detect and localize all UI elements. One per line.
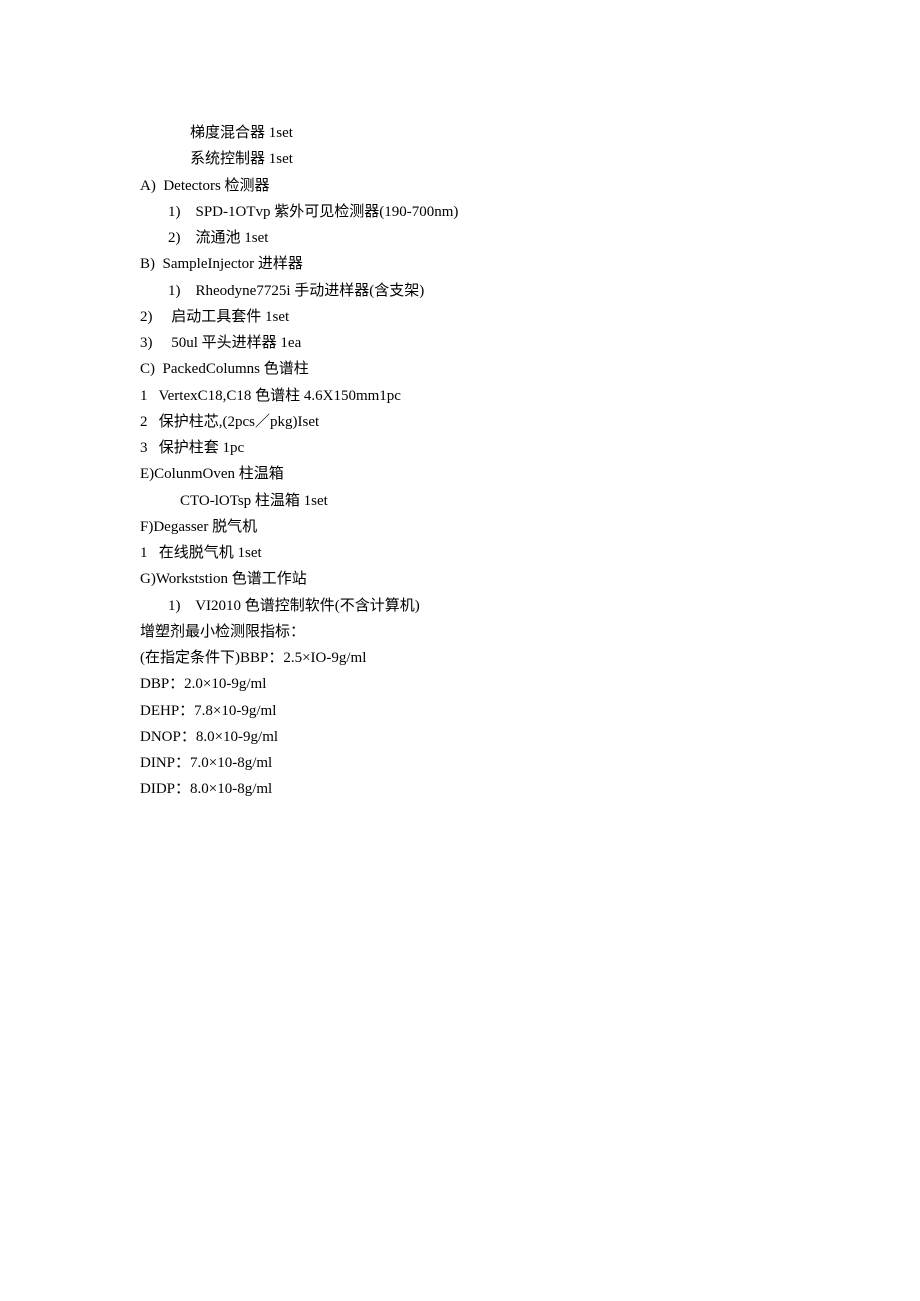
text-line: 2 保护柱芯,(2pcs／pkg)Iset [140, 409, 780, 435]
text-line: 2) 流通池 1set [140, 225, 780, 251]
text-line: 梯度混合器 1set [140, 120, 780, 146]
text-line: 1) Rheodyne7725i 手动进样器(含支架) [140, 278, 780, 304]
document-body: 梯度混合器 1set 系统控制器 1set A) Detectors 检测器 1… [140, 120, 780, 803]
text-line: C) PackedColumns 色谱柱 [140, 356, 780, 382]
text-line: 1 在线脱气机 1set [140, 540, 780, 566]
text-line: DBP：2.0×10-9g/ml [140, 671, 780, 697]
text-line: 1) SPD-1OTvp 紫外可见检测器(190-700nm) [140, 199, 780, 225]
text-line: E)ColunmOven 柱温箱 [140, 461, 780, 487]
text-line: 2) 启动工具套件 1set [140, 304, 780, 330]
text-line: 系统控制器 1set [140, 146, 780, 172]
text-line: (在指定条件下)BBP：2.5×IO-9g/ml [140, 645, 780, 671]
text-line: DEHP：7.8×10-9g/ml [140, 698, 780, 724]
text-line: 3 保护柱套 1pc [140, 435, 780, 461]
text-line: DNOP：8.0×10-9g/ml [140, 724, 780, 750]
text-line: A) Detectors 检测器 [140, 173, 780, 199]
text-line: DINP：7.0×10-8g/ml [140, 750, 780, 776]
text-line: 增塑剂最小检测限指标： [140, 619, 780, 645]
text-line: CTO-lOTsp 柱温箱 1set [140, 488, 780, 514]
text-line: DIDP：8.0×10-8g/ml [140, 776, 780, 802]
text-line: 3) 50ul 平头进样器 1ea [140, 330, 780, 356]
text-line: 1) VI2010 色谱控制软件(不含计算机) [140, 593, 780, 619]
text-line: 1 VertexC18,C18 色谱柱 4.6X150mm1pc [140, 383, 780, 409]
text-line: F)Degasser 脱气机 [140, 514, 780, 540]
text-line: G)Workststion 色谱工作站 [140, 566, 780, 592]
text-line: B) SampleInjector 进样器 [140, 251, 780, 277]
